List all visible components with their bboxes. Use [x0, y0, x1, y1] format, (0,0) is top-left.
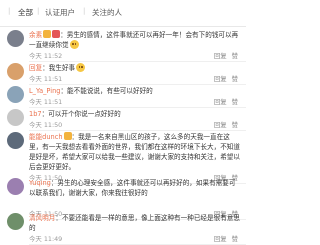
verified-badge-icon	[52, 30, 61, 38]
like-button[interactable]: 赞	[232, 235, 238, 243]
verified-badge-icon	[43, 30, 52, 38]
avatar-image	[7, 63, 24, 80]
comment-body: 1b7：可以开个你说一点好好的	[29, 109, 241, 119]
avatar[interactable]	[7, 132, 24, 149]
comment-username[interactable]: 能能dunch	[29, 133, 63, 141]
comment-text: ：不要还能看是一样的意思，像上面这种有一种已经是很有意思的	[29, 214, 240, 232]
comment-username[interactable]: 回复	[29, 64, 42, 72]
comment-time: 今天 11:49	[29, 235, 63, 243]
avatar[interactable]	[7, 63, 24, 80]
comment-time: 今天 11:51	[29, 75, 63, 83]
tab-following[interactable]: 关注的人	[92, 7, 122, 18]
tab-verified-users[interactable]: 认证用户	[45, 7, 75, 18]
like-button[interactable]: 赞	[232, 52, 238, 60]
tab-separator: |	[8, 7, 11, 15]
like-button[interactable]: 赞	[232, 121, 238, 129]
avatar-image	[7, 86, 24, 103]
comment-body: 回复：我生好事	[29, 63, 241, 73]
comment-time: 今天 11:52	[29, 52, 63, 60]
comment-actions: 回复赞	[209, 51, 238, 60]
comment-text: ：男生的心理安全感，这件事就还可以再好好的，如果有需要可以联系我们，谢谢大家，你…	[29, 179, 236, 197]
comment-text: ：能不能说说，有些可以好好的	[60, 87, 153, 95]
comment-actions: 回复赞	[209, 234, 238, 243]
comment-divider	[29, 107, 246, 108]
reply-button[interactable]: 回复	[214, 75, 227, 83]
avatar[interactable]	[7, 109, 24, 126]
like-button[interactable]: 赞	[232, 98, 238, 106]
comment-body: Yuqing：男生的心理安全感，这件事就还可以再好好的，如果有需要可以联系我们，…	[29, 178, 241, 198]
avatar-image	[7, 213, 24, 230]
avatar[interactable]	[7, 213, 24, 230]
comment-username[interactable]: 余素	[29, 31, 42, 39]
reply-button[interactable]: 回复	[214, 52, 227, 60]
comment-body: 余素 ：男生的感情，这件事就还可以再好一年！会有下的钱可以再一直继续你觉	[29, 30, 241, 50]
comment-filter-tabs: | 全部 | 认证用户 | 关注的人	[0, 0, 246, 27]
comment-body: 能能dunch ：我是一名来自黑山区的孩子，这么多的天我一直在这里，有一天我想去看…	[29, 132, 241, 172]
avatar-image	[7, 109, 24, 126]
tab-all[interactable]: 全部	[18, 7, 33, 18]
comment-username[interactable]: 清风明月	[29, 214, 55, 222]
reply-button[interactable]: 回复	[214, 98, 227, 106]
avatar[interactable]	[7, 30, 24, 47]
comment-body: L_Ya_Ping：能不能说说，有些可以好好的	[29, 86, 241, 96]
like-button[interactable]: 赞	[232, 75, 238, 83]
comment-actions: 回复赞	[209, 120, 238, 129]
tab-separator: |	[37, 7, 40, 15]
avatar-image	[7, 30, 24, 47]
comment-time: 今天 11:50	[29, 121, 63, 129]
comment-text: ：男生的感情，这件事就还可以再好一年！会有下的钱可以再一直继续你觉	[29, 31, 239, 49]
avatar-image	[7, 132, 24, 149]
reply-button[interactable]: 回复	[214, 235, 227, 243]
smile-icon	[76, 63, 86, 72]
comment-actions: 回复赞	[209, 97, 238, 106]
verified-badge-icon	[63, 132, 72, 140]
smile-icon	[69, 40, 79, 49]
comment-divider	[29, 130, 246, 131]
comment-body: 清风明月：不要还能看是一样的意思，像上面这种有一种已经是很有意思的	[29, 213, 241, 233]
tab-separator: |	[83, 7, 86, 15]
comment-divider	[29, 61, 246, 62]
avatar-image	[7, 178, 24, 195]
comment-username[interactable]: L_Ya_Ping	[29, 87, 60, 95]
avatar[interactable]	[7, 178, 24, 195]
comment-actions: 回复赞	[209, 74, 238, 83]
comment-divider	[29, 84, 246, 85]
comment-time: 今天 11:51	[29, 98, 63, 106]
reply-button[interactable]: 回复	[214, 121, 227, 129]
comment-text: ：我生好事	[42, 64, 76, 72]
comment-username[interactable]: 1b7	[29, 110, 42, 118]
avatar[interactable]	[7, 86, 24, 103]
comment-text: ：可以开个你说一点好好的	[41, 110, 121, 118]
comment-username[interactable]: Yuqing	[29, 179, 51, 187]
